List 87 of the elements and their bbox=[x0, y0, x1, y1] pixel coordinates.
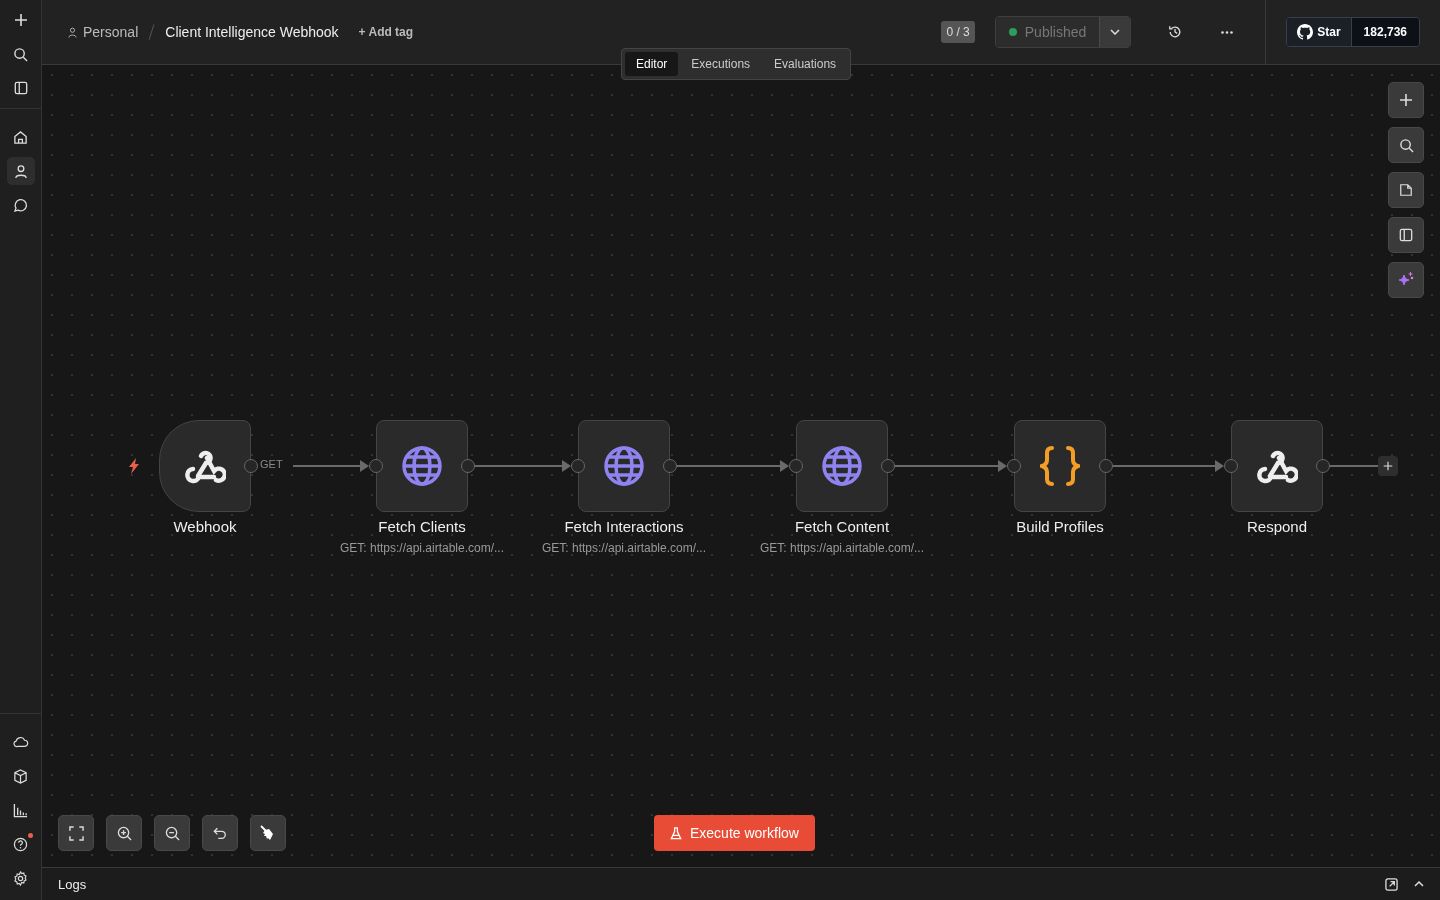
output-handle[interactable] bbox=[663, 459, 677, 473]
broom-icon bbox=[260, 825, 276, 841]
output-handle[interactable] bbox=[1316, 459, 1330, 473]
node-name: Fetch Interactions bbox=[564, 518, 684, 535]
zoom-tool-button[interactable] bbox=[250, 815, 286, 851]
star-count: 182,736 bbox=[1351, 18, 1419, 46]
sidebar-button[interactable] bbox=[6, 157, 35, 185]
lightning-icon bbox=[127, 458, 141, 474]
input-handle[interactable] bbox=[369, 459, 383, 473]
person-icon bbox=[13, 163, 28, 179]
node-subtitle: GET: https://api.airtable.com/... bbox=[339, 541, 505, 555]
workflow-node[interactable] bbox=[578, 420, 670, 512]
settings-icon bbox=[13, 870, 28, 886]
input-handle[interactable] bbox=[1007, 459, 1021, 473]
chevron-up-icon[interactable] bbox=[1414, 881, 1424, 887]
notification-dot bbox=[27, 833, 33, 838]
counter-badge: 0 / 3 bbox=[941, 21, 975, 43]
cloud-icon bbox=[12, 736, 29, 748]
zoom-tool-button[interactable] bbox=[106, 815, 142, 851]
add-tag-button[interactable]: + Add tag bbox=[358, 25, 414, 39]
cube-icon bbox=[13, 768, 28, 784]
search-icon bbox=[1398, 137, 1414, 153]
workflow-name[interactable]: Client Intelligence Webhook bbox=[165, 24, 339, 40]
connection-label: GET bbox=[260, 458, 283, 470]
note-icon bbox=[1399, 183, 1413, 197]
input-handle[interactable] bbox=[789, 459, 803, 473]
input-handle[interactable] bbox=[1224, 459, 1238, 473]
canvas-tool-button[interactable] bbox=[1388, 217, 1424, 253]
output-handle[interactable] bbox=[881, 459, 895, 473]
node-subtitle: GET: https://api.airtable.com/... bbox=[541, 541, 707, 555]
plus-icon bbox=[1383, 461, 1393, 471]
github-star-button[interactable]: Star bbox=[1287, 18, 1352, 46]
canvas-tool-button[interactable] bbox=[1388, 172, 1424, 208]
plus-icon bbox=[13, 13, 28, 27]
workflow-node[interactable] bbox=[1231, 420, 1323, 512]
node-name: Build Profiles bbox=[1016, 518, 1104, 535]
globe-icon bbox=[603, 445, 645, 487]
zoom-tool-button[interactable] bbox=[154, 815, 190, 851]
node-name: Webhook bbox=[173, 518, 237, 535]
chat-icon bbox=[13, 197, 28, 213]
tab[interactable]: Editor bbox=[625, 52, 679, 76]
tab[interactable]: Executions bbox=[680, 52, 762, 76]
dropdown-button[interactable] bbox=[1099, 17, 1131, 47]
panel-icon bbox=[13, 81, 28, 95]
canvas-tool-button[interactable] bbox=[1388, 82, 1424, 118]
home-icon bbox=[13, 129, 28, 145]
plus-icon bbox=[1399, 93, 1413, 107]
panel-icon bbox=[1399, 228, 1413, 242]
output-handle[interactable] bbox=[1099, 459, 1113, 473]
canvas-tool-button[interactable] bbox=[1388, 262, 1424, 298]
flask-icon bbox=[670, 826, 682, 840]
chart-icon bbox=[13, 802, 28, 818]
connector-line bbox=[1329, 465, 1380, 467]
zoom-tool-button[interactable] bbox=[202, 815, 238, 851]
node-name: Fetch Clients bbox=[378, 518, 466, 535]
fit-view-icon bbox=[68, 825, 84, 841]
workflow-node[interactable] bbox=[1014, 420, 1106, 512]
execute-workflow-button[interactable]: Execute workflow bbox=[654, 815, 815, 851]
help-icon bbox=[13, 836, 28, 852]
workflow-node[interactable] bbox=[796, 420, 888, 512]
tab[interactable]: Evaluations bbox=[763, 52, 848, 76]
workflow-node[interactable] bbox=[376, 420, 468, 512]
node-subtitle: GET: https://api.airtable.com/... bbox=[759, 541, 925, 555]
add-node-button[interactable] bbox=[1378, 456, 1398, 476]
braces-icon bbox=[1040, 445, 1080, 487]
history-icon bbox=[1168, 25, 1183, 39]
zoom-in-icon bbox=[116, 825, 132, 841]
zoom-tool-button[interactable] bbox=[58, 815, 94, 851]
node-name: Fetch Content bbox=[794, 518, 890, 535]
popout-icon[interactable] bbox=[1385, 877, 1398, 891]
output-handle[interactable] bbox=[244, 459, 258, 473]
caret-icon bbox=[1110, 29, 1121, 35]
globe-icon bbox=[401, 445, 443, 487]
output-handle[interactable] bbox=[461, 459, 475, 473]
input-handle[interactable] bbox=[571, 459, 585, 473]
workflow-node[interactable] bbox=[159, 420, 251, 512]
zoom-out-icon bbox=[164, 825, 180, 841]
node-name: Respond bbox=[1246, 518, 1307, 535]
globe-icon bbox=[821, 445, 863, 487]
github-icon bbox=[1297, 24, 1314, 40]
project-link[interactable]: Personal bbox=[83, 24, 139, 40]
canvas-tool-button[interactable] bbox=[1388, 127, 1424, 163]
search-icon bbox=[13, 46, 28, 62]
more-icon bbox=[1221, 30, 1234, 34]
logs-label[interactable]: Logs bbox=[58, 876, 87, 892]
undo-icon bbox=[213, 826, 227, 840]
person-icon bbox=[68, 26, 77, 38]
